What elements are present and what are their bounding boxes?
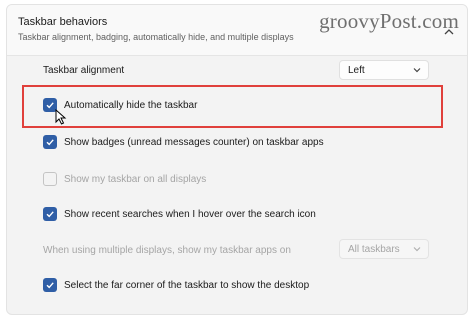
chevron-down-icon [413,68,421,73]
multi-display-dropdown: All taskbars [339,239,429,259]
taskbar-behaviors-header[interactable]: Taskbar behaviors Taskbar alignment, bad… [7,5,467,56]
highlight-box [22,85,443,128]
multi-display-label: When using multiple displays, show my ta… [43,244,291,256]
show-badges-row[interactable]: Show badges (unread messages counter) on… [43,131,457,153]
all-displays-row: Show my taskbar on all displays [43,168,457,190]
checkmark-icon [46,139,54,146]
taskbar-alignment-value: Left [348,64,365,76]
settings-window: Taskbar behaviors Taskbar alignment, bad… [0,0,474,321]
far-corner-checkbox[interactable] [43,278,57,292]
show-badges-label: Show badges (unread messages counter) on… [64,136,324,148]
chevron-up-icon[interactable] [443,27,455,37]
recent-searches-label: Show recent searches when I hover over t… [64,208,316,220]
taskbar-behaviors-panel: Taskbar behaviors Taskbar alignment, bad… [6,4,468,315]
all-displays-checkbox [43,172,57,186]
groovypost-watermark: groovyPost.com [319,9,459,33]
mouse-cursor-icon [55,109,67,125]
section-title: Taskbar behaviors [18,16,108,28]
chevron-down-icon [413,247,421,252]
checkmark-icon [46,282,54,289]
far-corner-label: Select the far corner of the taskbar to … [64,279,310,291]
recent-searches-row[interactable]: Show recent searches when I hover over t… [43,203,457,225]
checkmark-icon [46,211,54,218]
far-corner-row[interactable]: Select the far corner of the taskbar to … [43,274,457,296]
taskbar-alignment-label: Taskbar alignment [43,64,125,76]
recent-searches-checkbox[interactable] [43,207,57,221]
taskbar-alignment-dropdown[interactable]: Left [339,60,429,80]
multi-display-value: All taskbars [348,243,400,255]
all-displays-label: Show my taskbar on all displays [64,173,207,185]
section-subtitle: Taskbar alignment, badging, automaticall… [18,32,294,42]
show-badges-checkbox[interactable] [43,135,57,149]
